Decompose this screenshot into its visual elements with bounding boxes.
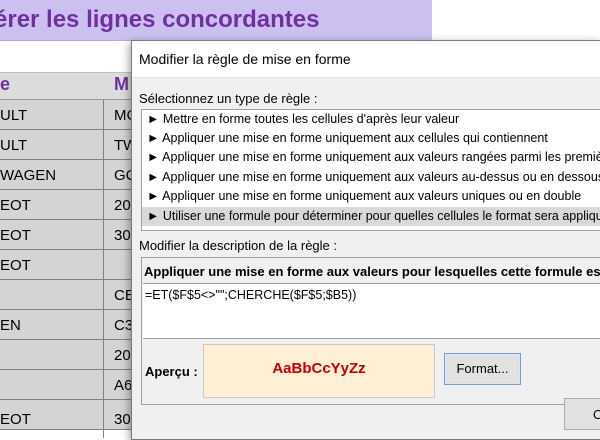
cell-b[interactable]: A6: [114, 377, 132, 394]
formula-input[interactable]: =ET($F$5<>"";CHERCHE($F$5;$B5)): [143, 283, 600, 339]
rule-type-list[interactable]: ► Mettre en forme toutes les cellules d'…: [141, 109, 600, 231]
formula-text: =ET($F$5<>"";CHERCHE($F$5;$B5)): [145, 288, 357, 302]
select-rule-type-label: Sélectionnez un type de règle :: [139, 91, 318, 106]
dialog-title: Modifier la règle de mise en forme: [139, 51, 351, 67]
sheet-title-band: érer les lignes concordantes: [0, 0, 432, 41]
cell-a[interactable]: EOT: [0, 197, 31, 214]
rule-type-item[interactable]: ► Appliquer une mise en forme uniquement…: [142, 187, 600, 206]
column-header-a: e: [0, 74, 11, 94]
formula-heading: Appliquer une mise en forme aux valeurs …: [144, 264, 600, 279]
rule-description-label: Modifier la description de la règle :: [139, 238, 337, 253]
cell-a[interactable]: WAGEN: [0, 167, 56, 184]
cell-a[interactable]: ULT: [0, 137, 27, 154]
cell-a[interactable]: EN: [0, 317, 21, 334]
edit-formatting-rule-dialog: Modifier la règle de mise en forme Sélec…: [131, 40, 600, 440]
preview-text: AaBbCcYyZz: [272, 360, 366, 377]
format-button[interactable]: Format...: [444, 353, 521, 385]
cell-a[interactable]: EOT: [0, 257, 31, 274]
rule-type-item[interactable]: ► Appliquer une mise en forme uniquement…: [142, 129, 600, 148]
column-divider: [103, 100, 104, 438]
rule-type-item[interactable]: ► Appliquer une mise en forme uniquement…: [142, 148, 600, 167]
sheet-title: érer les lignes concordantes: [0, 6, 320, 33]
rule-type-item[interactable]: ► Appliquer une mise en forme uniquement…: [142, 168, 600, 187]
rule-description-panel: Appliquer une mise en forme aux valeurs …: [141, 257, 600, 405]
ok-button[interactable]: OK: [564, 398, 600, 430]
column-header-b: M: [114, 74, 129, 94]
cell-b[interactable]: 20: [114, 197, 131, 214]
cell-a[interactable]: EOT: [0, 227, 31, 244]
cell-a[interactable]: ULT: [0, 107, 27, 124]
cell-b[interactable]: 30: [114, 411, 131, 428]
rule-type-item[interactable]: ► Mettre en forme toutes les cellules d'…: [142, 110, 600, 129]
cell-b[interactable]: 30: [114, 227, 131, 244]
rule-type-item-selected[interactable]: ► Utiliser une formule pour déterminer p…: [142, 207, 600, 226]
preview-label: Aperçu :: [145, 364, 198, 379]
format-preview: AaBbCcYyZz: [203, 344, 435, 398]
dialog-titlebar[interactable]: Modifier la règle de mise en forme: [132, 41, 600, 78]
format-button-label: Format...: [456, 361, 509, 376]
ok-button-label: OK: [593, 407, 600, 422]
cell-b[interactable]: 20: [114, 347, 131, 364]
cell-a[interactable]: EOT: [0, 411, 31, 428]
